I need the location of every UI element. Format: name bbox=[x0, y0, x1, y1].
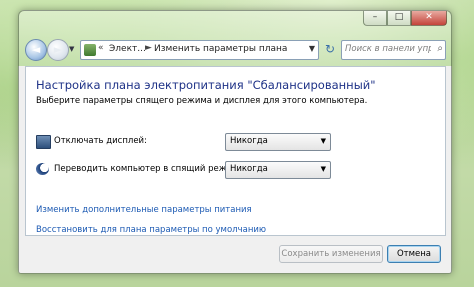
recent-pages-dropdown-icon[interactable]: ▼ bbox=[69, 45, 74, 53]
address-bar[interactable]: « Элект... ► Изменить параметры плана ▼ bbox=[80, 40, 319, 60]
control-panel-icon bbox=[84, 44, 96, 56]
refresh-icon[interactable]: ↻ bbox=[322, 41, 338, 57]
monitor-icon bbox=[36, 135, 51, 149]
setting-display-off: Отключать дисплей: Никогда ▼ bbox=[36, 133, 436, 151]
back-button[interactable]: ◄ bbox=[25, 39, 47, 61]
save-changes-button[interactable]: Сохранить изменения bbox=[279, 245, 383, 263]
main-content: Настройка плана электропитания "Сбаланси… bbox=[25, 66, 446, 236]
address-dropdown-icon[interactable]: ▼ bbox=[309, 44, 315, 53]
display-off-select[interactable]: Никогда ▼ bbox=[225, 133, 331, 151]
advanced-power-settings-link[interactable]: Изменить дополнительные параметры питани… bbox=[36, 205, 252, 215]
setting-sleep: Переводить компьютер в спящий режим: Ник… bbox=[36, 161, 436, 179]
page-subtitle: Выберите параметры спящего режима и дисп… bbox=[36, 96, 368, 106]
moon-icon bbox=[36, 163, 49, 175]
setting-label: Отключать дисплей: bbox=[54, 136, 147, 146]
setting-label: Переводить компьютер в спящий режим: bbox=[54, 164, 242, 174]
chevron-down-icon: ▼ bbox=[320, 137, 326, 145]
minimize-button[interactable]: – bbox=[363, 11, 387, 26]
dialog-footer: Сохранить изменения Отмена bbox=[25, 236, 444, 270]
select-value: Никогда bbox=[230, 164, 268, 174]
restore-defaults-link[interactable]: Восстановить для плана параметры по умол… bbox=[36, 225, 266, 235]
breadcrumb-separator-icon[interactable]: ► bbox=[145, 43, 152, 53]
forward-button[interactable]: ► bbox=[47, 39, 69, 61]
breadcrumb-item-current[interactable]: Изменить параметры плана bbox=[154, 44, 287, 54]
navigation-bar: ◄ ► ▼ « Элект... ► Изменить параметры пл… bbox=[25, 39, 446, 61]
select-value: Никогда bbox=[230, 136, 268, 146]
page-title: Настройка плана электропитания "Сбаланси… bbox=[36, 78, 376, 92]
control-panel-window: – □ ✕ ◄ ► ▼ « Элект... ► Изменить параме… bbox=[18, 10, 452, 274]
breadcrumb-item-power[interactable]: Элект... bbox=[109, 44, 146, 54]
close-button[interactable]: ✕ bbox=[411, 11, 447, 26]
caption-buttons: – □ ✕ bbox=[363, 11, 447, 26]
maximize-button[interactable]: □ bbox=[387, 11, 411, 26]
chevron-down-icon: ▼ bbox=[320, 165, 326, 173]
sleep-select[interactable]: Никогда ▼ bbox=[225, 161, 331, 179]
breadcrumb-overflow-icon[interactable]: « bbox=[98, 43, 104, 53]
search-input[interactable] bbox=[345, 42, 431, 56]
search-box: ⌕ bbox=[341, 40, 446, 60]
search-icon[interactable]: ⌕ bbox=[437, 43, 443, 54]
cancel-button[interactable]: Отмена bbox=[387, 245, 441, 263]
